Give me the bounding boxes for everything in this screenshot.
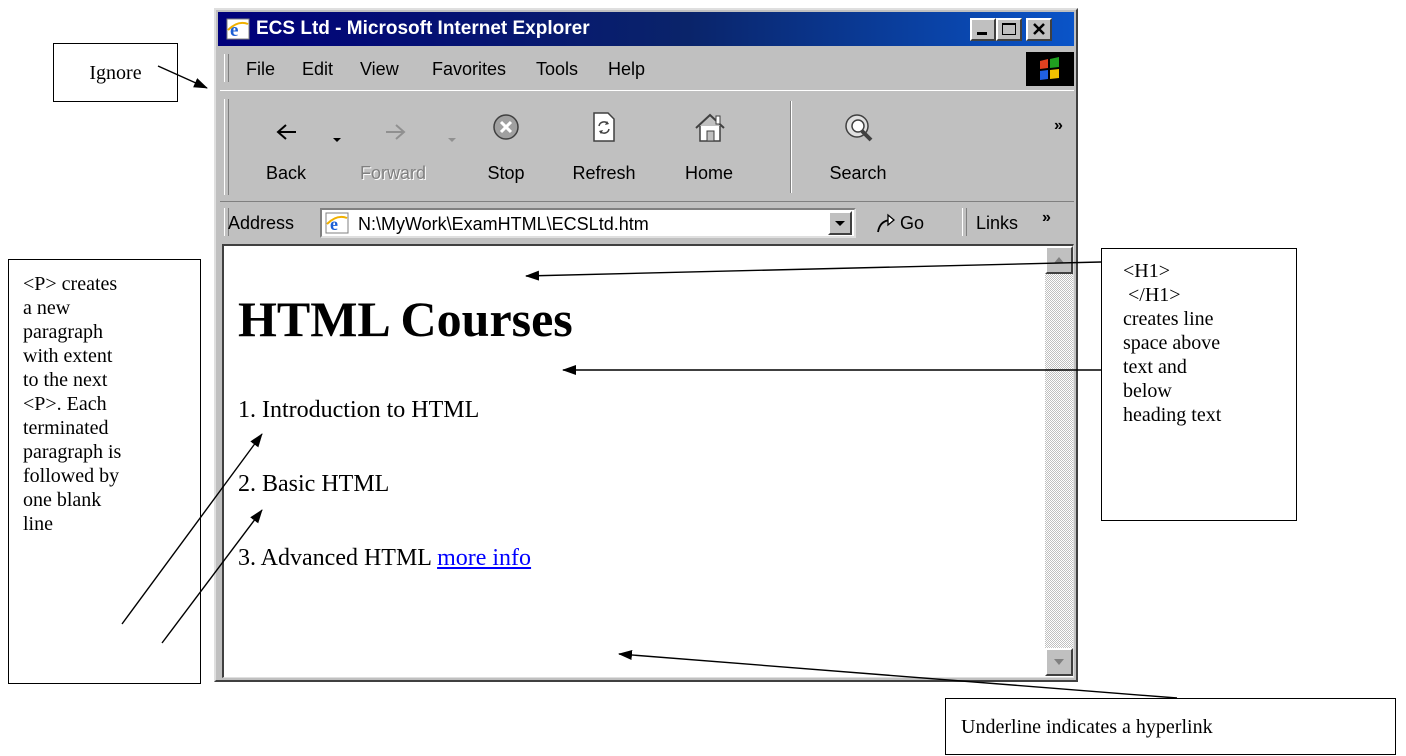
stop-icon (493, 114, 519, 140)
windows-logo-icon (1026, 52, 1074, 86)
menu-bar: File Edit View Favorites Tools Help (220, 50, 1074, 86)
page-heading: HTML Courses (238, 291, 573, 347)
address-label: Address (228, 213, 295, 233)
toolbar-chevron-icon[interactable]: » (1054, 117, 1063, 135)
go-arrow-icon (877, 213, 896, 233)
links-grip[interactable] (962, 208, 967, 236)
annotation-line: a new (23, 297, 71, 319)
search-button[interactable]: Search (808, 91, 908, 201)
maximize-button[interactable] (996, 18, 1022, 41)
forward-button[interactable]: Forward (348, 91, 438, 201)
course-item: 3. Advanced HTML more info (238, 544, 531, 572)
annotation-ignore-text: Ignore (89, 61, 142, 84)
menu-file[interactable]: File (246, 59, 275, 79)
refresh-button[interactable]: Refresh (554, 91, 654, 201)
more-info-link[interactable]: more info (437, 545, 531, 571)
vertical-scrollbar[interactable] (1045, 246, 1073, 676)
annotation-line: text and (1123, 356, 1187, 378)
annotation-line: creates line (1123, 308, 1214, 330)
annotation-line: terminated (23, 417, 109, 439)
search-icon (845, 114, 873, 142)
page-icon: e (325, 212, 349, 234)
refresh-icon (593, 112, 615, 142)
address-bar: Address e N:\MyWork\ExamHTML\ECSLtd.htm … (220, 204, 1074, 240)
window-title: ECS Ltd - Microsoft Internet Explorer (256, 18, 590, 39)
menu-favorites[interactable]: Favorites (432, 59, 506, 79)
go-button[interactable]: Go (870, 210, 950, 236)
title-bar[interactable]: e ECS Ltd - Microsoft Internet Explorer (218, 12, 1074, 46)
menu-help[interactable]: Help (608, 59, 645, 79)
home-icon (695, 113, 725, 142)
annotation-line: <P>. Each (23, 393, 107, 415)
address-input[interactable]: e N:\MyWork\ExamHTML\ECSLtd.htm (320, 208, 856, 238)
page-content: HTML Courses 1. Introduction to HTML 2. … (222, 244, 1074, 678)
links-button[interactable]: Links (976, 213, 1018, 234)
search-label: Search (829, 163, 887, 183)
forward-label: Forward (359, 163, 426, 183)
annotation-line: with extent (23, 345, 113, 367)
annotation-line: below (1123, 380, 1172, 402)
course-item-text: 3. Advanced HTML (238, 545, 432, 571)
annotation-p-tag: <P> creates a new paragraph with extent … (8, 259, 201, 684)
annotation-line: heading text (1123, 404, 1222, 426)
close-button[interactable] (1026, 18, 1052, 41)
forward-arrow-icon (386, 124, 406, 140)
annotation-line: one blank (23, 489, 102, 511)
scroll-down-button[interactable] (1045, 648, 1073, 676)
chevron-up-icon (1054, 257, 1064, 263)
address-url: N:\MyWork\ExamHTML\ECSLtd.htm (358, 214, 649, 234)
annotation-hyperlink: Underline indicates a hyperlink (945, 698, 1396, 755)
chevron-down-icon (1054, 659, 1064, 665)
annotation-line: paragraph (23, 321, 103, 343)
browser-window: e ECS Ltd - Microsoft Internet Explorer … (214, 8, 1078, 682)
chevron-down-icon (835, 221, 845, 226)
back-arrow-icon (276, 124, 296, 140)
annotation-line: <P> creates (23, 273, 118, 295)
toolbar-separator (790, 101, 792, 193)
home-button[interactable]: Home (660, 91, 758, 201)
toolbar-grip[interactable] (224, 99, 229, 195)
stop-label: Stop (487, 163, 525, 183)
stop-button[interactable]: Stop (466, 91, 546, 201)
go-label: Go (900, 213, 925, 233)
course-item: 1. Introduction to HTML (238, 397, 480, 423)
menu-view[interactable]: View (360, 59, 399, 79)
annotation-line: <H1> (1123, 260, 1171, 282)
refresh-label: Refresh (572, 163, 636, 183)
ie-logo-icon: e (226, 18, 250, 40)
scroll-up-button[interactable] (1045, 246, 1073, 274)
home-label: Home (684, 163, 733, 183)
forward-dropdown-icon[interactable] (447, 137, 457, 143)
standard-toolbar: Back Forward Stop Refresh Home Search » (220, 90, 1074, 202)
close-icon (1033, 23, 1045, 35)
back-dropdown-icon[interactable] (332, 137, 342, 143)
annotation-line: to the next (23, 369, 108, 391)
annotation-line: paragraph is (23, 441, 122, 463)
back-label: Back (265, 163, 307, 183)
back-button[interactable]: Back (246, 91, 326, 201)
minimize-icon (977, 32, 987, 35)
maximize-icon (1002, 23, 1016, 35)
annotation-line: </H1> (1123, 284, 1181, 306)
annotation-hyperlink-text: Underline indicates a hyperlink (961, 716, 1213, 738)
links-chevron-icon[interactable]: » (1042, 209, 1051, 227)
annotation-ignore: Ignore (53, 43, 178, 102)
annotation-line: space above (1123, 332, 1221, 354)
minimize-button[interactable] (970, 18, 996, 41)
course-item: 2. Basic HTML (238, 471, 390, 497)
annotation-line: line (23, 513, 53, 535)
annotation-line: followed by (23, 465, 120, 487)
menu-tools[interactable]: Tools (536, 59, 578, 79)
menu-grip[interactable] (224, 54, 229, 82)
menu-edit[interactable]: Edit (302, 59, 333, 79)
address-dropdown-button[interactable] (828, 211, 852, 235)
annotation-h1-tag: <H1> </H1> creates line space above text… (1101, 248, 1297, 521)
